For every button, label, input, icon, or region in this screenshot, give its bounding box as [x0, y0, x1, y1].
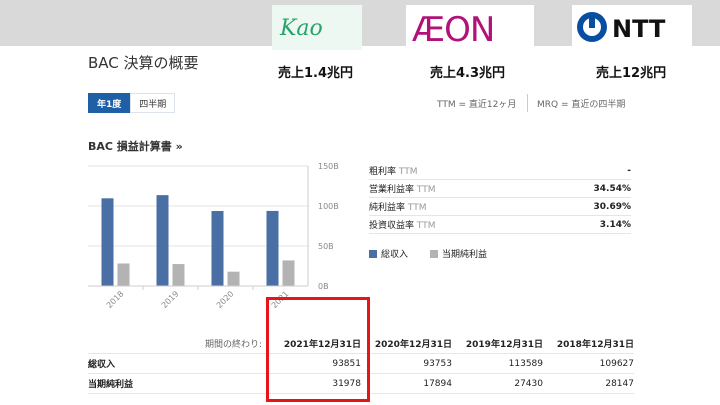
bar-net-income — [172, 264, 185, 286]
ttm-definition: TTM = 直近12ヶ月 — [437, 100, 517, 110]
ratio-value: 3.14% — [599, 219, 631, 230]
table-cell: 28147 — [605, 378, 634, 389]
ratio-row-gross-margin: 粗利率 TTM - — [369, 162, 631, 180]
ratio-label: 純利益率 — [369, 203, 406, 213]
page-title: BAC 決算の概要 — [88, 54, 199, 72]
ratio-label: 営業利益率 — [369, 185, 415, 195]
bar-revenue — [156, 195, 169, 286]
income-chart: 150B100B50B0B2018 2019 2020 2021 — [88, 162, 339, 310]
ratio-list: 粗利率 TTM - 営業利益率 TTM 34.54% 純利益率 TTM 30.6… — [369, 162, 631, 234]
ratio-row-operating-margin: 営業利益率 TTM 34.54% — [369, 180, 631, 198]
row-label: 当期純利益 — [88, 380, 134, 390]
ratio-value: 30.69% — [593, 201, 632, 212]
kao-sales-caption: 売上1.4兆円 — [278, 66, 354, 81]
legend-revenue: 総収入 — [381, 250, 409, 260]
mrq-definition: MRQ = 直近の四半期 — [537, 100, 626, 110]
svg-text:NTT: NTT — [612, 15, 666, 43]
x-tick-label: 2020 — [215, 289, 236, 310]
column-header: 2020年12月31日 — [374, 340, 452, 350]
legend-net-income: 当期純利益 — [442, 250, 488, 260]
bar-net-income — [282, 260, 295, 286]
column-header: 2019年12月31日 — [465, 340, 543, 350]
bar-net-income — [227, 271, 240, 286]
kao-logo: Kao — [272, 5, 362, 50]
ntt-logo: NTT — [572, 5, 692, 50]
x-tick-label: 2019 — [160, 289, 181, 310]
y-tick-label: 150B — [318, 162, 339, 171]
tab-annual[interactable]: 年1度 — [88, 93, 131, 113]
tab-quarterly[interactable]: 四半期 — [130, 93, 176, 113]
ratio-row-net-margin: 純利益率 TTM 30.69% — [369, 198, 631, 216]
chart-legend: 総収入 当期純利益 — [369, 247, 487, 260]
income-statement-link[interactable]: BAC 損益計算書 » — [88, 138, 183, 154]
y-tick-label: 50B — [318, 242, 334, 251]
ratio-label: 投資収益率 — [369, 221, 415, 231]
bar-net-income — [117, 263, 130, 286]
svg-text:ÆON: ÆON — [412, 10, 494, 50]
divider — [527, 94, 528, 112]
y-tick-label: 100B — [318, 202, 339, 211]
revenue-swatch — [369, 249, 377, 258]
ratio-ttm: TTM — [416, 221, 436, 231]
ntt-sales-caption: 売上12兆円 — [596, 66, 667, 81]
table-cell: 93753 — [423, 358, 452, 369]
y-tick-label: 0B — [318, 282, 329, 291]
bar-revenue — [101, 198, 114, 286]
row-label: 総収入 — [88, 360, 116, 370]
net-income-swatch — [430, 249, 439, 258]
highlight-box — [266, 297, 370, 402]
svg-text:Kao: Kao — [279, 16, 323, 41]
table-cell: 27430 — [514, 378, 543, 389]
ratio-value: 34.54% — [593, 183, 632, 194]
period-tabs: 年1度 四半期 — [88, 93, 176, 113]
aeon-sales-caption: 売上4.3兆円 — [430, 66, 506, 81]
ratio-ttm: TTM — [407, 203, 427, 213]
aeon-logo: ÆON — [406, 5, 534, 50]
period-end-label: 期間の終わり: — [204, 340, 262, 350]
table-cell: 17894 — [423, 378, 452, 389]
ratio-ttm: TTM — [398, 167, 418, 177]
ratio-label: 粗利率 — [369, 167, 397, 177]
table-cell: 113589 — [508, 358, 543, 369]
bar-revenue — [266, 210, 279, 286]
ratio-ttm: TTM — [416, 185, 436, 195]
table-cell: 109627 — [599, 358, 634, 369]
ratio-value: - — [627, 165, 631, 176]
bar-revenue — [211, 210, 224, 286]
column-header: 2018年12月31日 — [556, 340, 634, 350]
x-tick-label: 2018 — [105, 289, 126, 310]
ratio-row-return-on-investment: 投資収益率 TTM 3.14% — [369, 216, 631, 234]
